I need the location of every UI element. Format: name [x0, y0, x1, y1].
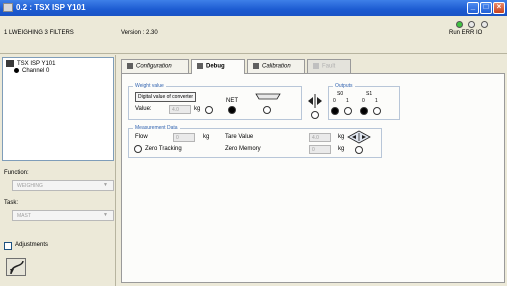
tree-root-label: TSX ISP Y101 — [17, 61, 56, 68]
led-labels: Run ERR IO — [449, 30, 483, 36]
window-title: 0.2 : TSX ISP Y101 — [16, 3, 86, 12]
zero-icon[interactable] — [306, 93, 324, 109]
measurement-group-title: Measurement Data — [133, 125, 180, 131]
s1-bit1-label: 1 — [375, 98, 378, 104]
maximize-icon: □ — [483, 2, 489, 11]
debug-panel: Weight value Digital value of converter … — [121, 73, 505, 283]
minimize-icon: _ — [470, 2, 476, 11]
status-leds: Run ERR IO — [449, 21, 505, 51]
app-icon — [3, 3, 13, 12]
flow-label: Flow — [135, 134, 148, 140]
zero-memory-unit: kg — [338, 146, 345, 152]
outputs-group: Outputs S0 S1 0 1 0 1 — [328, 83, 400, 120]
tab-debug[interactable]: Debug — [191, 59, 245, 74]
tab-calibration[interactable]: Calibration — [247, 59, 305, 73]
s1-bit1-radio[interactable] — [373, 107, 381, 115]
minimize-button[interactable]: _ — [467, 2, 479, 14]
configuration-tab-icon — [127, 63, 133, 69]
task-select[interactable]: MAST ▼ — [12, 210, 114, 221]
title-bar[interactable]: 0.2 : TSX ISP Y101 _ □ × — [0, 0, 507, 16]
tare-unit: kg — [338, 134, 345, 140]
s0-bit1-label: 1 — [346, 98, 349, 104]
zero-tracking-radio[interactable] — [134, 145, 142, 153]
close-icon: × — [496, 2, 502, 11]
digital-value-button[interactable]: Digital value of converter — [135, 92, 197, 102]
tab-fault-label: Fault — [322, 63, 336, 70]
weight-unit: kg — [194, 106, 201, 112]
left-panel: TSX ISP Y101 Channel 0 Function: WEIGHIN… — [0, 55, 116, 286]
measurement-group: Measurement Data Flow 0 kg Zero Tracking… — [128, 125, 382, 158]
adjustments-checkbox[interactable] — [4, 242, 12, 250]
err-led-icon — [468, 21, 475, 28]
tare-label: Tare Value — [225, 134, 254, 140]
tab-configuration-label: Configuration — [136, 63, 172, 70]
chevron-down-icon: ▼ — [103, 182, 108, 188]
channel-icon — [14, 68, 19, 73]
s0-bit0-radio[interactable] — [331, 107, 339, 115]
function-label: Function: — [4, 170, 29, 176]
tree-item-channel[interactable]: Channel 0 — [14, 68, 49, 74]
fault-tab-icon — [313, 63, 319, 69]
tab-calibration-label: Calibration — [262, 63, 291, 70]
s1-bit0-radio[interactable] — [360, 107, 368, 115]
zero-memory-field: 0 — [309, 145, 331, 154]
weight-value-group: Weight value Digital value of converter … — [128, 83, 302, 120]
s1-bit0-label: 0 — [362, 98, 365, 104]
function-select[interactable]: WEIGHING ▼ — [12, 180, 114, 191]
outputs-group-title: Outputs — [333, 83, 355, 89]
function-value: WEIGHING — [17, 183, 43, 189]
tree-item-module[interactable]: TSX ISP Y101 — [6, 60, 55, 67]
close-button[interactable]: × — [493, 2, 505, 14]
task-label: Task: — [4, 200, 19, 206]
weight-value-field: 4.0 — [169, 105, 191, 114]
tab-configuration[interactable]: Configuration — [121, 59, 189, 73]
tab-debug-label: Debug — [206, 63, 225, 70]
chevron-down-icon: ▼ — [103, 212, 108, 218]
value-label: Value: — [135, 106, 152, 112]
net-label: NET — [226, 98, 238, 104]
tab-fault[interactable]: Fault — [307, 59, 351, 73]
tree-child-label: Channel 0 — [22, 68, 50, 75]
zero-radio[interactable] — [311, 111, 319, 119]
adjustments-label: Adjustments — [15, 242, 49, 248]
tare-reset-icon[interactable] — [347, 130, 371, 144]
weight-radio[interactable] — [205, 106, 213, 114]
debug-tab-icon — [197, 63, 203, 69]
io-led-icon — [481, 21, 488, 28]
tare-reset-radio[interactable] — [355, 146, 363, 154]
task-value: MAST — [17, 213, 31, 219]
maximize-button[interactable]: □ — [480, 2, 492, 14]
app-window: 0.2 : TSX ISP Y101 _ □ × 1 LWEIGHING 3 F… — [0, 0, 507, 286]
flow-unit: kg — [203, 134, 210, 140]
weight-group-title: Weight value — [133, 83, 166, 89]
module-name: 1 LWEIGHING 3 FILTERS — [4, 30, 74, 36]
module-info-bar: 1 LWEIGHING 3 FILTERS Version : 2.30 Run… — [0, 16, 507, 54]
zero-tracking-label: Zero Tracking — [145, 146, 182, 152]
s1-label: S1 — [366, 91, 373, 97]
net-radio[interactable] — [228, 106, 236, 114]
scale-tool-button[interactable] — [6, 258, 26, 276]
s0-bit0-label: 0 — [333, 98, 336, 104]
module-tree: TSX ISP Y101 Channel 0 — [2, 57, 114, 161]
tare-field: 4.0 — [309, 133, 331, 142]
s0-bit1-radio[interactable] — [344, 107, 352, 115]
tare-scale-icon — [255, 93, 281, 100]
run-led-icon — [456, 21, 463, 28]
scale-icon — [10, 260, 24, 275]
version-label: Version : 2.30 — [121, 30, 158, 36]
tare-radio[interactable] — [263, 106, 271, 114]
calibration-tab-icon — [253, 63, 259, 69]
s0-label: S0 — [337, 91, 344, 97]
flow-field: 0 — [173, 133, 195, 142]
zero-memory-label: Zero Memory — [225, 146, 261, 152]
module-icon — [6, 60, 14, 67]
